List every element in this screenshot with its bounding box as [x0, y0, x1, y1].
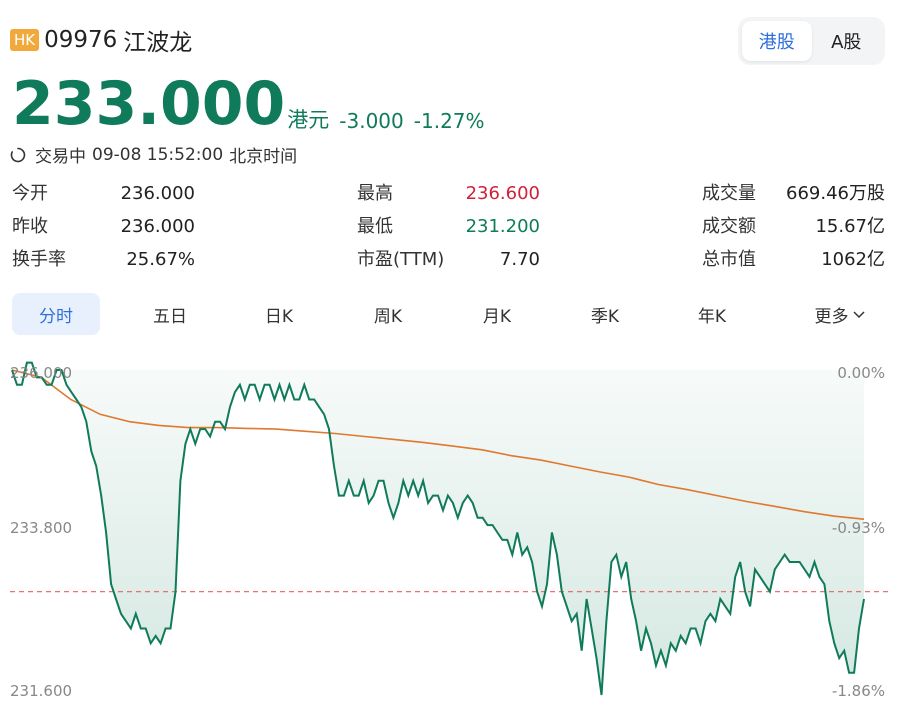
stat-value: 15.67亿 — [815, 216, 885, 237]
stat-value: 236.000 — [120, 216, 195, 237]
intraday-chart[interactable]: 236.000 233.800 231.600 0.00% -0.93% -1.… — [0, 350, 900, 713]
status-datetime: 09-08 15:52:00 — [92, 144, 224, 165]
chart-period-tabs: 分时 五日 日K 周K 月K 季K 年K 更多 — [12, 293, 888, 335]
y-tick-left: 236.000 — [10, 364, 72, 382]
tab-intraday[interactable]: 分时 — [12, 293, 100, 335]
market-a-button[interactable]: A股 — [812, 21, 882, 61]
y-tick-right: -1.86% — [832, 682, 885, 700]
stat-label: 换手率 — [12, 249, 66, 270]
price-row: 233.000 港元 -3.000 -1.27% — [12, 70, 485, 138]
chevron-down-icon — [852, 311, 865, 319]
tab-weekly-k[interactable]: 周K — [344, 293, 432, 335]
tab-yearly-k[interactable]: 年K — [668, 293, 756, 335]
stat-label: 最高 — [357, 183, 393, 204]
stat-label: 成交额 — [702, 216, 756, 237]
price-change-percent: -1.27% — [413, 109, 485, 133]
tab-more-label: 更多 — [814, 306, 849, 327]
price-area-fill — [12, 362, 864, 695]
stat-label: 总市值 — [702, 249, 756, 270]
market-badge: HK — [10, 29, 40, 51]
status-timezone: 北京时间 — [229, 147, 298, 167]
trading-status: 交易中 09-08 15:52:00 北京时间 — [9, 142, 297, 167]
stat-label: 市盈(TTM) — [357, 249, 445, 270]
market-toggle: 港股 A股 — [738, 17, 885, 65]
tab-daily-k[interactable]: 日K — [235, 293, 323, 335]
stat-value: 1062亿 — [821, 249, 885, 270]
y-tick-left: 233.800 — [10, 519, 72, 537]
price-unit: 港元 — [287, 108, 330, 132]
clock-refresh-icon — [10, 147, 26, 162]
current-price: 233.000 — [12, 69, 286, 139]
stats-row: 今开 236.000 最高 236.600 成交量 669.46万股 — [0, 180, 900, 210]
stat-label: 今开 — [12, 183, 48, 204]
tab-monthly-k[interactable]: 月K — [453, 293, 541, 335]
stat-label: 昨收 — [12, 216, 48, 237]
stat-value: 236.600 — [465, 183, 540, 204]
tab-five-day[interactable]: 五日 — [126, 293, 214, 335]
market-hk-button[interactable]: 港股 — [742, 21, 812, 61]
y-tick-right: 0.00% — [837, 364, 885, 382]
stock-code: 09976 — [44, 27, 118, 53]
y-tick-right: -0.93% — [832, 519, 885, 537]
stock-name: 江波龙 — [123, 30, 193, 56]
stat-value: 25.67% — [126, 249, 195, 270]
tab-quarterly-k[interactable]: 季K — [561, 293, 649, 335]
stat-value: 669.46万股 — [786, 183, 885, 204]
stat-value: 7.70 — [499, 249, 540, 270]
status-label: 交易中 — [35, 147, 86, 167]
stats-row: 换手率 25.67% 市盈(TTM) 7.70 总市值 1062亿 — [0, 246, 900, 276]
stat-value: 236.000 — [120, 183, 195, 204]
price-change: -3.000 — [339, 109, 404, 133]
y-tick-left: 231.600 — [10, 682, 72, 700]
tab-more[interactable]: 更多 — [792, 293, 888, 335]
stock-header: HK 09976 江波龙 — [10, 22, 192, 58]
stat-value: 231.200 — [465, 216, 540, 237]
stats-row: 昨收 236.000 最低 231.200 成交额 15.67亿 — [0, 213, 900, 243]
stat-label: 成交量 — [702, 183, 756, 204]
stat-label: 最低 — [357, 216, 393, 237]
